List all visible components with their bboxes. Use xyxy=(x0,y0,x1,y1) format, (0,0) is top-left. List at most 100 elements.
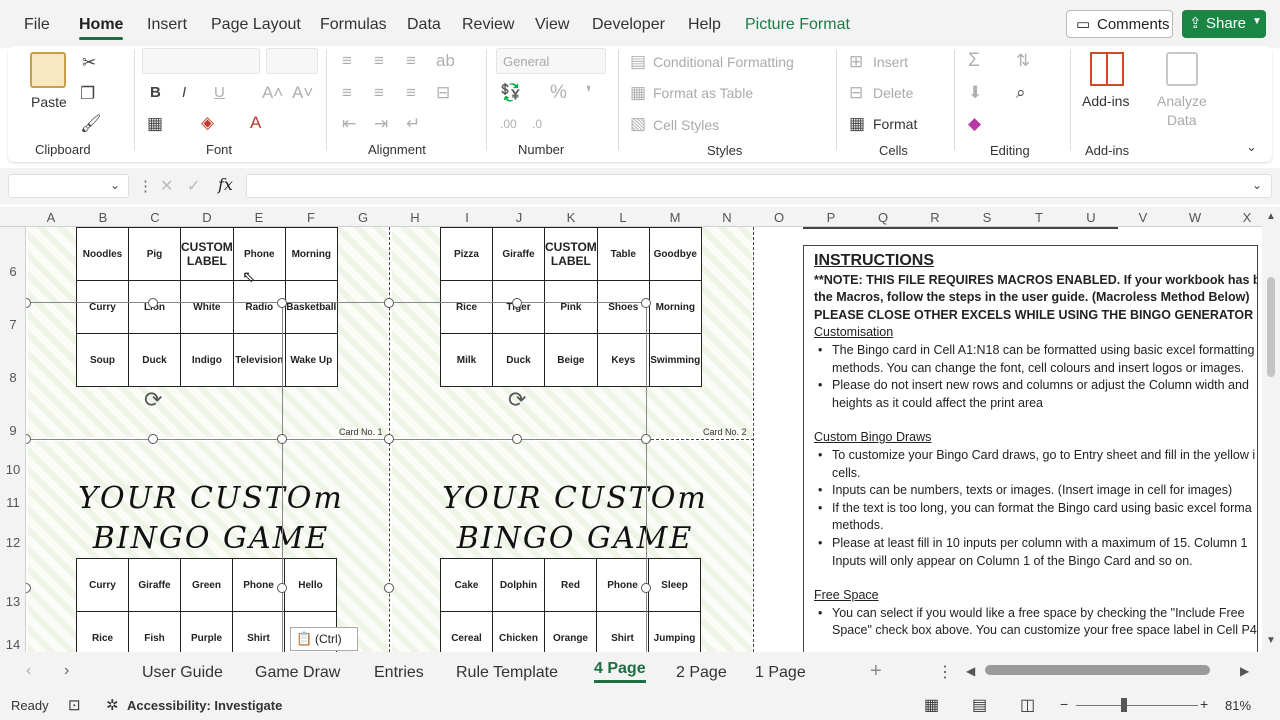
number-format-select[interactable]: General xyxy=(496,48,606,74)
column-header[interactable]: X xyxy=(1237,210,1257,225)
conditional-formatting-button[interactable]: Conditional Formatting xyxy=(653,54,794,70)
zoom-out-icon[interactable]: − xyxy=(1060,696,1068,712)
scroll-left-icon[interactable]: ◀ xyxy=(966,664,975,678)
resize-handle[interactable] xyxy=(277,583,287,593)
bingo-cell[interactable]: Red xyxy=(544,558,597,612)
column-header[interactable]: E xyxy=(249,210,269,225)
column-header[interactable]: M xyxy=(665,210,685,225)
zoom-in-icon[interactable]: + xyxy=(1200,696,1208,712)
resize-handle[interactable] xyxy=(384,298,394,308)
increase-decimal-icon[interactable]: .00 xyxy=(500,115,517,133)
expand-formula-icon[interactable]: ⌄ xyxy=(1252,178,1262,192)
tab-picture-format[interactable]: Picture Format xyxy=(745,16,850,34)
bingo-cell[interactable]: Pink xyxy=(544,280,598,334)
bold-icon[interactable]: B xyxy=(150,84,161,102)
bingo-cell[interactable]: Morning xyxy=(648,280,702,334)
bingo-cell[interactable]: Hello xyxy=(284,558,337,612)
column-header[interactable]: D xyxy=(197,210,217,225)
format-as-table-button[interactable]: Format as Table xyxy=(653,85,753,101)
bingo-cell[interactable]: Table xyxy=(596,227,650,281)
resize-handle[interactable] xyxy=(641,298,651,308)
row-header[interactable]: 8 xyxy=(0,370,26,385)
sheet-tab[interactable]: Entries xyxy=(374,664,424,682)
page-layout-view-icon[interactable]: ▤ xyxy=(972,695,987,715)
comma-icon[interactable]: ❜ xyxy=(586,84,591,102)
resize-handle[interactable] xyxy=(277,434,287,444)
font-size-select[interactable] xyxy=(266,48,318,74)
insert-function-icon[interactable]: fx xyxy=(218,175,233,194)
increase-indent-icon[interactable]: ⇥ xyxy=(374,115,388,133)
clear-icon[interactable]: ◆ xyxy=(968,115,981,133)
row-header[interactable]: 12 xyxy=(0,535,26,550)
bingo-cell[interactable]: Keys xyxy=(596,333,650,387)
bingo-cell[interactable]: Purple xyxy=(180,611,233,652)
accessibility-icon[interactable]: ✲ xyxy=(106,696,119,714)
analyze-data-label[interactable]: Analyze xyxy=(1157,93,1207,109)
resize-handle[interactable] xyxy=(148,434,158,444)
bingo-cell[interactable]: Duck xyxy=(128,333,181,387)
add-sheet-icon[interactable]: + xyxy=(870,660,882,683)
formula-input[interactable] xyxy=(246,174,1272,198)
bingo-cell[interactable]: Curry xyxy=(76,280,129,334)
bingo-cell[interactable]: Cake xyxy=(440,558,493,612)
decrease-font-icon[interactable]: A˅ xyxy=(292,84,313,102)
paste-options-button[interactable]: 📋 (Ctrl) xyxy=(290,627,358,651)
column-header[interactable]: P xyxy=(821,210,841,225)
copy-icon[interactable]: ❐ xyxy=(80,85,95,103)
tab-data[interactable]: Data xyxy=(407,16,441,34)
resize-handle[interactable] xyxy=(384,434,394,444)
bingo-cell[interactable]: Pig xyxy=(128,227,181,281)
column-header[interactable]: N xyxy=(717,210,737,225)
merge-center-icon[interactable]: ⊟ xyxy=(436,84,450,102)
borders-icon[interactable]: ▦ xyxy=(147,115,163,133)
column-header[interactable]: G xyxy=(353,210,373,225)
tab-formulas[interactable]: Formulas xyxy=(320,16,387,34)
add-ins-button[interactable]: Add-ins xyxy=(1082,93,1129,109)
cell-styles-button[interactable]: Cell Styles xyxy=(653,117,719,133)
column-header[interactable]: U xyxy=(1081,210,1101,225)
tab-view[interactable]: View xyxy=(535,16,569,34)
format-cells-button[interactable]: Format xyxy=(873,116,917,132)
currency-icon[interactable]: 💱 xyxy=(500,84,521,102)
align-left-icon[interactable]: ≡ xyxy=(342,84,352,102)
bingo-cell[interactable]: Jumping xyxy=(648,611,701,652)
scroll-up-icon[interactable]: ▲ xyxy=(1266,211,1276,222)
resize-handle[interactable] xyxy=(512,298,522,308)
column-header[interactable]: V xyxy=(1133,210,1153,225)
find-select-icon[interactable]: ⌕ xyxy=(1016,84,1026,102)
bingo-cell[interactable]: Sleep xyxy=(648,558,701,612)
bingo-cell[interactable]: Chicken xyxy=(492,611,545,652)
sheet-tab[interactable]: 4 Page xyxy=(594,660,646,683)
sort-filter-icon[interactable]: ⇅ xyxy=(1016,52,1030,70)
bingo-cell[interactable]: Pizza xyxy=(440,227,493,281)
normal-view-icon[interactable]: ▦ xyxy=(924,695,939,715)
bingo-cell[interactable]: CUSTOM LABEL xyxy=(544,227,598,281)
fill-color-icon[interactable]: ◈ xyxy=(201,114,214,132)
align-middle-icon[interactable]: ≡ xyxy=(374,52,384,70)
horizontal-scrollbar[interactable] xyxy=(985,665,1210,675)
bingo-cell[interactable]: Morning xyxy=(284,227,338,281)
column-header[interactable]: L xyxy=(613,210,633,225)
bingo-cell[interactable]: Cereal xyxy=(440,611,493,652)
paste-button[interactable]: Paste xyxy=(31,94,67,110)
chevron-down-icon[interactable]: ⌄ xyxy=(110,178,120,192)
bingo-cell[interactable]: Goodbye xyxy=(648,227,702,281)
bingo-cell[interactable]: Swimming xyxy=(648,333,702,387)
macro-icon[interactable]: ⊡ xyxy=(68,696,81,714)
tab-developer[interactable]: Developer xyxy=(592,16,665,34)
bingo-cell[interactable]: Beige xyxy=(544,333,598,387)
resize-handle[interactable] xyxy=(641,434,651,444)
scroll-thumb[interactable] xyxy=(1267,277,1275,377)
tab-file[interactable]: File xyxy=(24,16,50,34)
bingo-cell[interactable]: Shirt xyxy=(596,611,649,652)
column-header[interactable]: B xyxy=(93,210,113,225)
sheet-tab[interactable]: Game Draw xyxy=(255,664,340,682)
bingo-cell[interactable]: Duck xyxy=(492,333,545,387)
cut-icon[interactable]: ✂ xyxy=(82,54,96,72)
font-color-icon[interactable]: A xyxy=(250,114,261,132)
fill-icon[interactable]: ⬇ xyxy=(968,84,982,102)
add-ins-icon[interactable] xyxy=(1090,52,1124,86)
column-header[interactable]: K xyxy=(561,210,581,225)
italic-icon[interactable]: I xyxy=(182,84,186,102)
bingo-cell[interactable]: Green xyxy=(180,558,233,612)
